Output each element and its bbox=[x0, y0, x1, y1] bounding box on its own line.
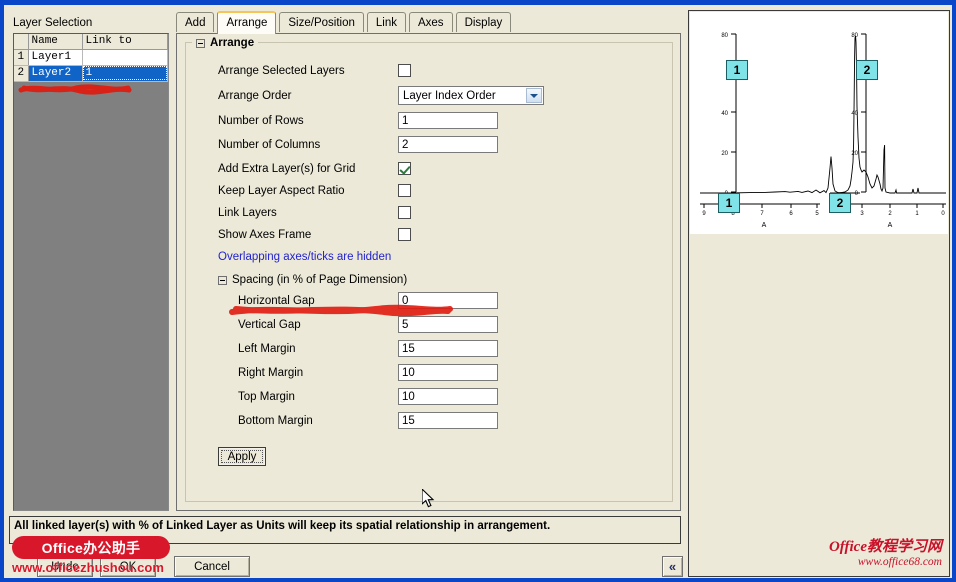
column-header-name: Name bbox=[28, 34, 83, 50]
input-top-margin[interactable]: 10 bbox=[398, 388, 498, 405]
overlapping-axes-hint: Overlapping axes/ticks are hidden bbox=[218, 251, 392, 263]
layer-badge-1-top[interactable]: 1 bbox=[726, 60, 748, 80]
arrange-group-box: Arrange Arrange Selected Layers Arrange … bbox=[185, 36, 673, 508]
layer-badge-2-bottom[interactable]: 2 bbox=[829, 193, 851, 213]
checkbox-arrange-selected-layers[interactable] bbox=[398, 64, 411, 77]
label-show-axes-frame: Show Axes Frame bbox=[218, 229, 312, 241]
collapse-toggle-icon[interactable] bbox=[196, 38, 205, 48]
layer-badge-1-bottom[interactable]: 1 bbox=[718, 193, 740, 213]
input-right-margin[interactable]: 10 bbox=[398, 364, 498, 381]
row-link-to[interactable]: 1 bbox=[82, 65, 168, 82]
tab-panel-arrange: Arrange Arrange Selected Layers Arrange … bbox=[176, 33, 681, 511]
spacing-subgroup-header[interactable]: Spacing (in % of Page Dimension) bbox=[218, 274, 407, 286]
application-window: Layer Selection Name Link to 1 Layer1 2 … bbox=[0, 0, 956, 582]
label-arrange-order: Arrange Order bbox=[218, 90, 292, 102]
collapse-panel-button[interactable]: « bbox=[662, 556, 683, 577]
svg-text:9: 9 bbox=[702, 211, 706, 217]
tab-link[interactable]: Link bbox=[366, 12, 406, 32]
input-number-of-rows[interactable]: 1 bbox=[398, 112, 498, 129]
tab-display[interactable]: Display bbox=[455, 12, 512, 32]
dialog-client-area: Layer Selection Name Link to 1 Layer1 2 … bbox=[4, 5, 952, 578]
mouse-cursor-icon bbox=[422, 489, 435, 508]
layer-selection-table[interactable]: Name Link to 1 Layer1 2 Layer2 1 bbox=[13, 33, 169, 511]
svg-text:2: 2 bbox=[888, 211, 892, 217]
svg-text:5: 5 bbox=[815, 211, 819, 217]
label-arrange-selected-layers: Arrange Selected Layers bbox=[218, 65, 345, 77]
svg-text:3: 3 bbox=[860, 211, 864, 217]
layer-selection-panel: Layer Selection Name Link to 1 Layer1 2 … bbox=[9, 17, 171, 517]
input-vertical-gap[interactable]: 5 bbox=[398, 316, 498, 333]
table-header-row: Name Link to bbox=[14, 34, 168, 50]
label-add-extra-layers-for-grid: Add Extra Layer(s) for Grid bbox=[218, 163, 356, 175]
layer-selection-title: Layer Selection bbox=[13, 17, 93, 29]
label-number-of-rows: Number of Rows bbox=[218, 115, 304, 127]
row-layer-name[interactable]: Layer2 bbox=[28, 65, 83, 82]
row-layer-name[interactable]: Layer1 bbox=[28, 49, 83, 66]
label-vertical-gap: Vertical Gap bbox=[238, 319, 301, 331]
tab-axes[interactable]: Axes bbox=[408, 12, 453, 32]
checkbox-keep-layer-aspect-ratio[interactable] bbox=[398, 184, 411, 197]
svg-text:20: 20 bbox=[721, 151, 728, 157]
spacing-collapse-toggle-icon[interactable] bbox=[218, 275, 227, 285]
spacing-subgroup-title: Spacing (in % of Page Dimension) bbox=[232, 274, 408, 286]
arrange-group-header[interactable]: Arrange bbox=[192, 36, 259, 50]
tab-size-position[interactable]: Size/Position bbox=[279, 12, 364, 32]
label-left-margin: Left Margin bbox=[238, 343, 296, 355]
preview-graph-canvas[interactable]: 80 40 20 0 9 8 7 6 5 A bbox=[690, 12, 948, 234]
status-message: All linked layer(s) with % of Linked Lay… bbox=[9, 516, 681, 544]
svg-text:A: A bbox=[888, 222, 893, 229]
row-index: 1 bbox=[14, 49, 29, 66]
checkbox-show-axes-frame[interactable] bbox=[398, 228, 411, 241]
svg-text:40: 40 bbox=[721, 111, 728, 117]
svg-text:80: 80 bbox=[721, 33, 728, 39]
input-left-margin[interactable]: 15 bbox=[398, 340, 498, 357]
svg-text:7: 7 bbox=[760, 211, 764, 217]
chevron-down-icon[interactable] bbox=[526, 88, 542, 103]
annotation-scribble bbox=[18, 84, 132, 95]
svg-text:A: A bbox=[762, 222, 767, 229]
table-row[interactable]: 1 Layer1 bbox=[14, 49, 168, 66]
row-link-to[interactable] bbox=[82, 49, 168, 66]
label-link-layers: Link Layers bbox=[218, 207, 277, 219]
input-number-of-columns[interactable]: 2 bbox=[398, 136, 498, 153]
input-horizontal-gap[interactable]: 0 bbox=[398, 292, 498, 309]
svg-text:0: 0 bbox=[941, 211, 945, 217]
dropdown-arrange-order[interactable]: Layer Index Order bbox=[398, 86, 544, 105]
tab-bar: Add Arrange Size/Position Link Axes Disp… bbox=[176, 11, 681, 34]
column-header-link-to: Link to bbox=[82, 34, 168, 50]
undo-button[interactable]: Undo bbox=[37, 556, 93, 577]
table-row[interactable]: 2 Layer2 1 bbox=[14, 65, 168, 82]
arrange-group-title: Arrange bbox=[210, 37, 255, 49]
label-right-margin: Right Margin bbox=[238, 367, 304, 379]
apply-button[interactable]: Apply bbox=[218, 447, 266, 466]
label-number-of-columns: Number of Columns bbox=[218, 139, 321, 151]
checkbox-link-layers[interactable] bbox=[398, 206, 411, 219]
svg-text:1: 1 bbox=[915, 211, 919, 217]
layer-badge-2-top[interactable]: 2 bbox=[856, 60, 878, 80]
checkbox-add-extra-layers-for-grid[interactable] bbox=[398, 162, 411, 175]
tab-arrange[interactable]: Arrange bbox=[217, 11, 277, 34]
label-top-margin: Top Margin bbox=[238, 391, 295, 403]
preview-panel: 80 40 20 0 9 8 7 6 5 A bbox=[688, 10, 950, 577]
tab-add[interactable]: Add bbox=[176, 12, 215, 32]
svg-text:20: 20 bbox=[851, 151, 858, 157]
column-header-index bbox=[14, 34, 29, 50]
label-keep-layer-aspect-ratio: Keep Layer Aspect Ratio bbox=[218, 185, 345, 197]
svg-text:0: 0 bbox=[855, 191, 859, 197]
row-index: 2 bbox=[14, 65, 29, 82]
input-bottom-margin[interactable]: 15 bbox=[398, 412, 498, 429]
label-bottom-margin: Bottom Margin bbox=[238, 415, 313, 427]
dropdown-arrange-order-value: Layer Index Order bbox=[403, 90, 496, 102]
cancel-button[interactable]: Cancel bbox=[174, 556, 250, 577]
svg-text:6: 6 bbox=[789, 211, 793, 217]
apply-focus-outline bbox=[221, 450, 263, 463]
ok-button[interactable]: OK bbox=[100, 556, 156, 577]
label-horizontal-gap: Horizontal Gap bbox=[238, 295, 315, 307]
